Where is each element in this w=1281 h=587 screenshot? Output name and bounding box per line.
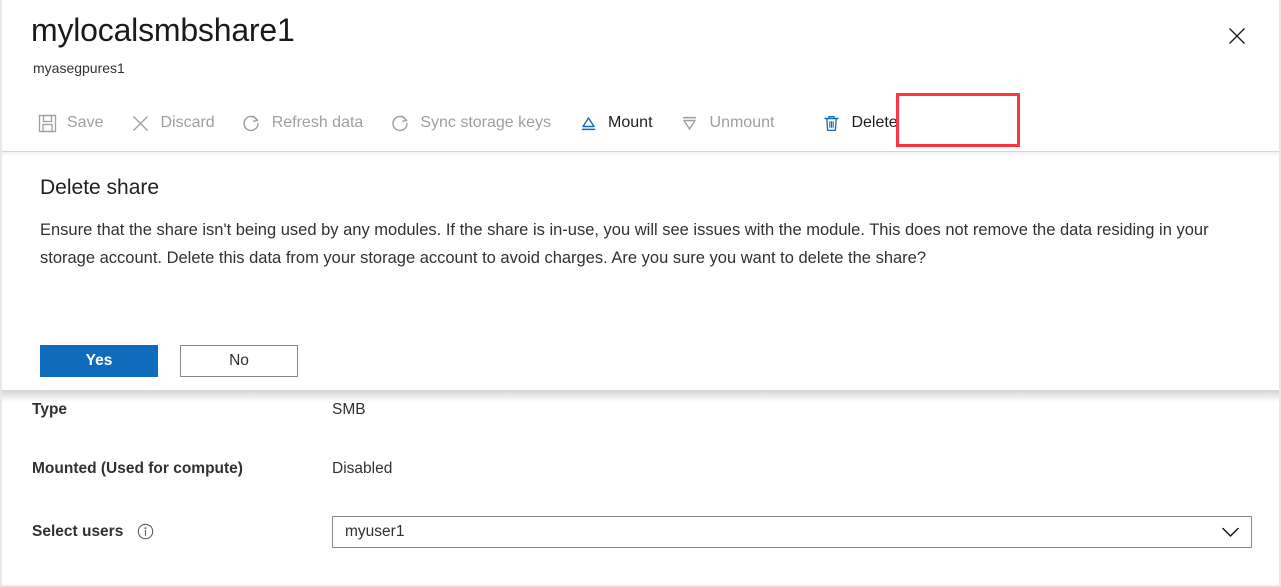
discard-icon xyxy=(129,112,151,134)
sync-storage-keys-button[interactable]: Sync storage keys xyxy=(389,104,561,142)
info-icon[interactable] xyxy=(137,523,154,540)
select-users-label-text: Select users xyxy=(32,523,123,540)
discard-button[interactable]: Discard xyxy=(129,104,224,142)
save-icon xyxy=(36,112,58,134)
dialog-title: Delete share xyxy=(40,176,159,200)
page-title: mylocalsmbshare1 xyxy=(31,12,295,49)
unmount-label: Unmount xyxy=(710,115,775,131)
delete-button[interactable]: Delete xyxy=(806,104,919,142)
delete-icon xyxy=(820,112,842,134)
unmount-icon xyxy=(679,112,701,134)
dialog-message: Ensure that the share isn't being used b… xyxy=(40,216,1236,272)
delete-share-dialog: Delete share Ensure that the share isn't… xyxy=(2,156,1279,390)
type-value: SMB xyxy=(332,401,366,419)
close-button[interactable] xyxy=(1221,20,1253,52)
type-label: Type xyxy=(32,401,67,419)
form-row-select-users: Select users myuser1 xyxy=(2,512,1279,552)
cancel-no-button[interactable]: No xyxy=(180,345,298,377)
chevron-down-icon xyxy=(1222,527,1251,538)
save-button[interactable]: Save xyxy=(36,104,113,142)
refresh-icon xyxy=(241,112,263,134)
delete-label: Delete xyxy=(851,115,897,131)
save-label: Save xyxy=(67,115,103,131)
form-row-type: Type SMB xyxy=(2,390,1279,430)
select-users-dropdown[interactable]: myuser1 xyxy=(332,516,1252,548)
confirm-yes-button[interactable]: Yes xyxy=(40,345,158,377)
mounted-value: Disabled xyxy=(332,460,392,478)
form-row-mounted: Mounted (Used for compute) Disabled xyxy=(2,449,1279,489)
blade-header: mylocalsmbshare1 myasegpures1 xyxy=(2,0,1279,96)
mount-button[interactable]: Mount xyxy=(577,104,662,142)
refresh-data-button[interactable]: Refresh data xyxy=(241,104,374,142)
select-users-label: Select users xyxy=(32,523,154,541)
mount-icon xyxy=(577,112,599,134)
refresh-data-label: Refresh data xyxy=(272,115,364,131)
mounted-label: Mounted (Used for compute) xyxy=(32,460,243,478)
dialog-actions: Yes No xyxy=(40,345,298,377)
select-users-value: myuser1 xyxy=(333,523,1222,541)
unmount-button[interactable]: Unmount xyxy=(679,104,785,142)
share-properties-blade: mylocalsmbshare1 myasegpures1 Save xyxy=(0,0,1281,587)
sync-icon xyxy=(389,112,411,134)
sync-storage-keys-label: Sync storage keys xyxy=(420,115,551,131)
mount-label: Mount xyxy=(608,115,652,131)
close-icon xyxy=(1228,27,1246,45)
discard-label: Discard xyxy=(160,115,214,131)
page-subtitle: myasegpures1 xyxy=(33,60,125,76)
command-bar: Save Discard Refresh data xyxy=(2,100,1279,146)
